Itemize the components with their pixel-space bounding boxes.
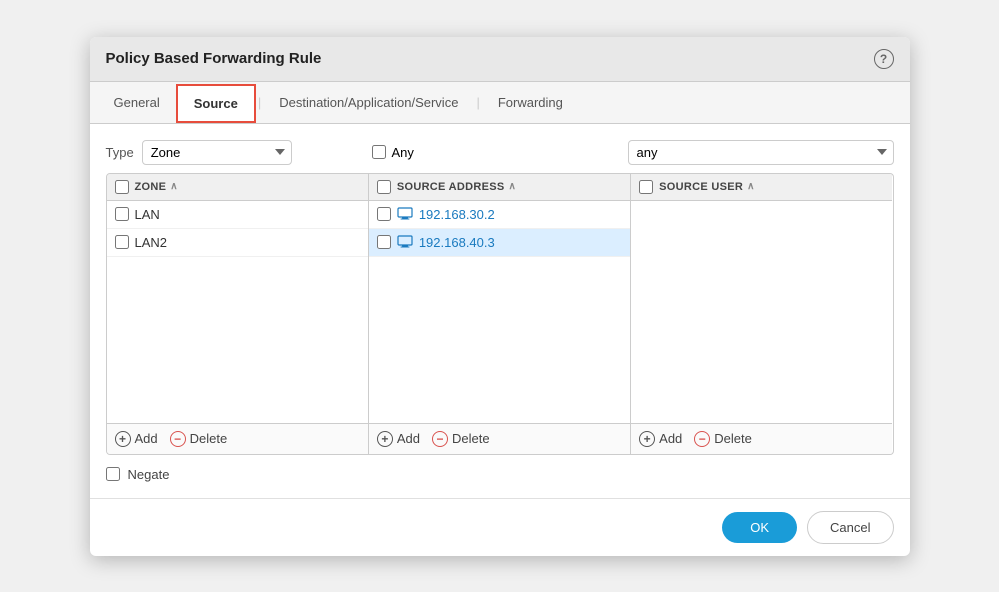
source-address-1-checkbox[interactable]	[377, 207, 391, 221]
negate-row: Negate	[106, 467, 894, 482]
negate-checkbox[interactable]	[106, 467, 120, 481]
computer-icon-1	[397, 207, 413, 221]
source-address-panel: SOURCE ADDRESS ∧	[369, 174, 631, 454]
source-user-add-button[interactable]: + Add	[639, 431, 682, 447]
source-user-items-list	[631, 201, 892, 423]
source-address-item-1[interactable]: 192.168.30.2	[369, 201, 630, 229]
zone-col-header: ZONE ∧	[135, 181, 178, 193]
source-address-footer: + Add − Delete	[369, 423, 630, 454]
any-dropdown-section: any	[628, 140, 894, 165]
source-address-delete-button[interactable]: − Delete	[432, 431, 490, 447]
zone-panel: ZONE ∧ LAN LAN2 +	[107, 174, 369, 454]
dialog-title: Policy Based Forwarding Rule	[106, 50, 322, 67]
dialog-header: Policy Based Forwarding Rule ?	[90, 37, 910, 82]
source-user-sort-icon: ∧	[747, 181, 755, 192]
zone-lan-label: LAN	[135, 207, 160, 222]
source-address-delete-icon: −	[432, 431, 448, 447]
type-label: Type	[106, 145, 134, 160]
any-checkbox[interactable]	[372, 145, 386, 159]
zone-delete-icon: −	[170, 431, 186, 447]
source-address-add-icon: +	[377, 431, 393, 447]
source-address-2-label[interactable]: 192.168.40.3	[419, 235, 495, 250]
tab-sep-2: |	[474, 95, 481, 110]
any-label: Any	[392, 145, 414, 160]
zone-select-all-checkbox[interactable]	[115, 180, 129, 194]
zone-sort-icon: ∧	[170, 181, 178, 192]
tab-destination[interactable]: Destination/Application/Service	[263, 85, 474, 120]
any-section: Any	[372, 145, 628, 160]
source-user-panel: SOURCE USER ∧ + Add − Delete	[631, 174, 892, 454]
zone-item-lan2[interactable]: LAN2	[107, 229, 368, 257]
zone-add-icon: +	[115, 431, 131, 447]
source-address-items-list: 192.168.30.2 192.168.40.3	[369, 201, 630, 423]
type-select[interactable]: Zone IP Address MAC Address	[142, 140, 292, 165]
zone-items-list: LAN LAN2	[107, 201, 368, 423]
computer-icon-2	[397, 235, 413, 249]
source-address-2-checkbox[interactable]	[377, 235, 391, 249]
negate-label: Negate	[128, 467, 170, 482]
zone-lan2-label: LAN2	[135, 235, 168, 250]
help-icon[interactable]: ?	[874, 49, 894, 69]
source-user-header: SOURCE USER ∧	[631, 174, 892, 201]
source-address-select-all-checkbox[interactable]	[377, 180, 391, 194]
zone-delete-button[interactable]: − Delete	[170, 431, 228, 447]
source-user-add-icon: +	[639, 431, 655, 447]
source-user-delete-icon: −	[694, 431, 710, 447]
dialog: Policy Based Forwarding Rule ? General S…	[90, 37, 910, 556]
panels-row: ZONE ∧ LAN LAN2 +	[106, 173, 894, 455]
tabs-bar: General Source | Destination/Application…	[90, 82, 910, 124]
tab-sep-1: |	[256, 95, 263, 110]
dialog-footer: OK Cancel	[90, 498, 910, 556]
tab-general[interactable]: General	[98, 85, 176, 120]
ok-button[interactable]: OK	[722, 512, 797, 543]
source-address-sort-icon: ∧	[509, 181, 517, 192]
zone-panel-header: ZONE ∧	[107, 174, 368, 201]
source-user-footer: + Add − Delete	[631, 423, 892, 454]
source-address-1-label[interactable]: 192.168.30.2	[419, 207, 495, 222]
zone-panel-footer: + Add − Delete	[107, 423, 368, 454]
tab-forwarding[interactable]: Forwarding	[482, 85, 579, 120]
source-address-col-header: SOURCE ADDRESS ∧	[397, 181, 516, 193]
source-address-item-2[interactable]: 192.168.40.3	[369, 229, 630, 257]
zone-item-lan[interactable]: LAN	[107, 201, 368, 229]
zone-lan-checkbox[interactable]	[115, 207, 129, 221]
zone-add-button[interactable]: + Add	[115, 431, 158, 447]
type-section: Type Zone IP Address MAC Address	[106, 140, 372, 165]
dialog-body: Type Zone IP Address MAC Address Any any	[90, 124, 910, 498]
any-dropdown[interactable]: any	[628, 140, 894, 165]
cancel-button[interactable]: Cancel	[807, 511, 893, 544]
source-address-header: SOURCE ADDRESS ∧	[369, 174, 630, 201]
tab-source[interactable]: Source	[176, 84, 256, 123]
source-address-add-button[interactable]: + Add	[377, 431, 420, 447]
source-user-delete-button[interactable]: − Delete	[694, 431, 752, 447]
zone-lan2-checkbox[interactable]	[115, 235, 129, 249]
top-controls-row: Type Zone IP Address MAC Address Any any	[106, 140, 894, 165]
source-user-select-all-checkbox[interactable]	[639, 180, 653, 194]
source-user-col-header: SOURCE USER ∧	[659, 181, 755, 193]
